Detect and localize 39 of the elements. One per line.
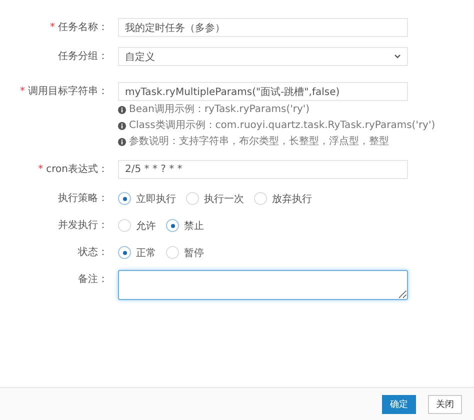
field-label: 执行策略： — [58, 192, 108, 206]
text-field[interactable]: 我的定时任务（多参） — [118, 18, 408, 37]
field-label: 任务分组： — [58, 50, 108, 64]
radio-button[interactable] — [254, 192, 267, 205]
radio-option[interactable]: 正常 — [118, 246, 156, 260]
radio-option[interactable]: 立即执行 — [118, 192, 176, 206]
radio-button[interactable] — [118, 219, 131, 232]
text-field[interactable]: 2/5 * * ? * * — [118, 160, 408, 179]
required-mark: * — [38, 163, 44, 177]
info-icon — [118, 122, 126, 130]
info-icon — [118, 106, 126, 114]
required-mark: * — [50, 21, 55, 35]
radio-button[interactable] — [118, 192, 131, 205]
chevron-down-icon — [394, 54, 401, 59]
textarea-field[interactable] — [118, 270, 408, 300]
field-label: 并发执行： — [58, 218, 108, 233]
select-field[interactable]: 自定义 — [118, 47, 408, 66]
required-mark: * — [20, 85, 25, 99]
radio-option[interactable]: 放弃执行 — [254, 192, 312, 206]
text-field[interactable]: myTask.ryMultipleParams("面试-跳槽",false) — [118, 82, 408, 101]
close-button[interactable]: 关闭 — [428, 394, 462, 414]
radio-option[interactable]: 允许 — [118, 218, 156, 232]
field-label: cron表达式： — [46, 162, 108, 177]
field-label: 状态： — [78, 246, 108, 260]
hint-text: 参数说明：支持字符串，布尔类型，长整型，浮点型，整型 — [118, 134, 389, 150]
radio-button[interactable] — [186, 192, 199, 205]
info-icon — [118, 138, 126, 146]
hint-text: Bean调用示例：ryTask.ryParams('ry') — [118, 102, 310, 118]
field-label: 调用目标字符串： — [28, 84, 108, 99]
radio-option[interactable]: 执行一次 — [186, 192, 244, 206]
confirm-button[interactable]: 确定 — [382, 394, 416, 414]
radio-button[interactable] — [166, 246, 179, 259]
radio-option[interactable]: 暂停 — [166, 246, 204, 260]
radio-button[interactable] — [166, 219, 179, 232]
field-label: 备注： — [78, 272, 108, 287]
hint-text: Class类调用示例：com.ruoyi.quartz.task.RyTask.ryParams('ry') — [118, 118, 436, 134]
radio-button[interactable] — [118, 246, 131, 259]
field-label: 任务名称： — [58, 21, 108, 35]
radio-option[interactable]: 禁止 — [166, 218, 204, 232]
